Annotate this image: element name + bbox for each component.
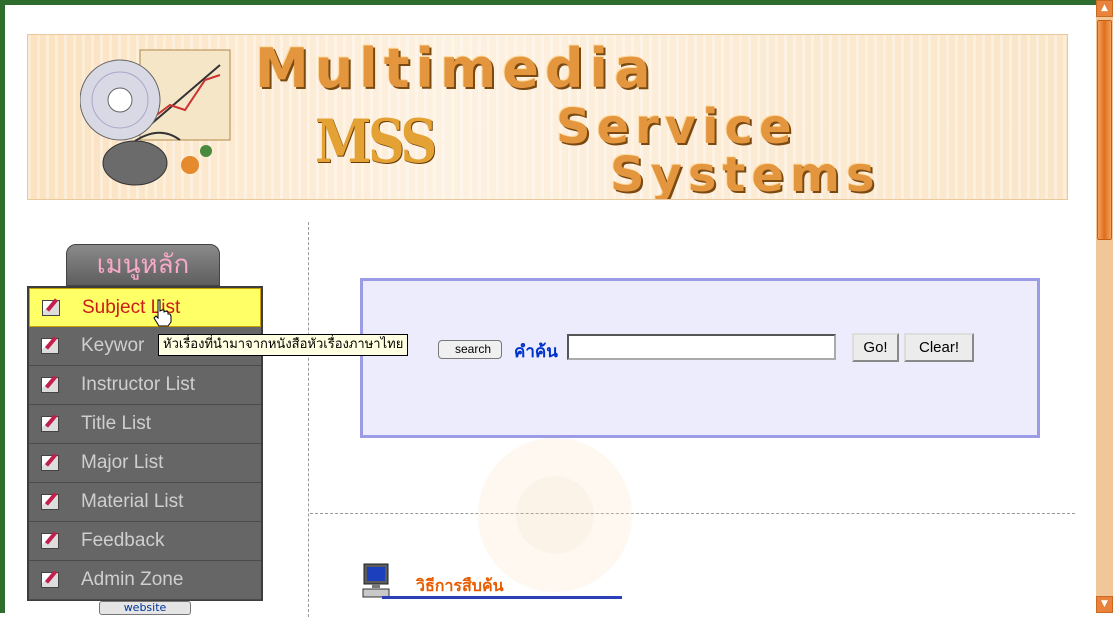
search-button[interactable]: search — [438, 340, 502, 359]
search-input[interactable] — [567, 334, 836, 360]
search-button-label: search — [455, 342, 492, 356]
clear-button[interactable]: Clear! — [904, 333, 974, 362]
main-menu-heading: เมนูหลัก — [66, 244, 220, 286]
menu-item-subject-list[interactable]: Subject List — [29, 288, 261, 327]
pencil-note-icon — [41, 455, 59, 471]
menu-item-admin-zone[interactable]: Admin Zone — [29, 561, 261, 600]
menu-item-label: Title List — [81, 413, 152, 434]
menu-item-label: Major List — [81, 452, 164, 473]
hand-pointer-cursor-icon — [153, 299, 172, 327]
menu-item-label: Material List — [81, 491, 184, 512]
title-underline — [382, 596, 622, 599]
banner-title-mss: MSS — [315, 107, 437, 177]
menu-item-label: Instructor List — [81, 374, 196, 395]
column-divider — [308, 222, 309, 617]
pencil-note-icon — [41, 338, 59, 354]
menu-item-label: Admin Zone — [81, 569, 184, 590]
menu-item-major-list[interactable]: Major List — [29, 444, 261, 483]
menu-item-material-list[interactable]: Material List — [29, 483, 261, 522]
banner-title-multimedia: Multimedia — [255, 37, 657, 100]
pencil-note-icon — [41, 377, 59, 393]
tooltip: หัวเรื่องที่นำมาจากหนังสือหัวเรื่องภาษาไ… — [158, 334, 409, 356]
scrollbar-thumb[interactable] — [1097, 20, 1112, 240]
scroll-up-arrow-icon[interactable]: ▲ — [1096, 0, 1113, 17]
pencil-note-icon — [41, 494, 59, 510]
site-banner: Multimedia MSS Service Systems — [27, 34, 1068, 200]
cd-mouse-logo-icon — [80, 49, 231, 186]
menu-item-label: Keywor — [81, 335, 145, 356]
scroll-down-arrow-icon[interactable]: ▼ — [1096, 596, 1113, 613]
menu-item-instructor-list[interactable]: Instructor List — [29, 366, 261, 405]
search-howto-section: วิธีการสืบค้น — [362, 562, 632, 612]
banner-title-systems: Systems — [610, 147, 881, 200]
pencil-note-icon — [41, 533, 59, 549]
pencil-note-icon — [41, 416, 59, 432]
vertical-scrollbar[interactable]: ▲ ▼ — [1096, 0, 1113, 613]
menu-item-title-list[interactable]: Title List — [29, 405, 261, 444]
go-button[interactable]: Go! — [852, 333, 899, 362]
section-divider — [310, 513, 1075, 514]
pencil-note-icon — [42, 299, 60, 316]
menu-item-label: Feedback — [81, 530, 165, 551]
search-keyword-label: คำค้น — [514, 342, 558, 362]
menu-item-feedback[interactable]: Feedback — [29, 522, 261, 561]
pencil-note-icon — [41, 572, 59, 588]
